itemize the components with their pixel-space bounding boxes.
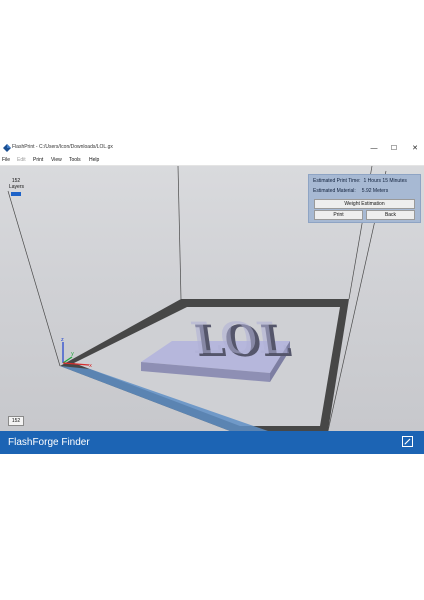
3d-viewport[interactable]: LOL LOL z y x 152 Layers 152 Estimated P… (0, 166, 424, 431)
print-button[interactable]: Print (314, 210, 363, 220)
edit-printer-icon[interactable] (402, 436, 413, 447)
menu-print[interactable]: Print (33, 157, 43, 163)
menu-help[interactable]: Help (89, 157, 99, 163)
maximize-button[interactable]: ☐ (388, 143, 400, 154)
minimize-button[interactable]: — (368, 143, 380, 154)
flashprint-window: FlashPrint - C:/Users/Icon/Downloads/LOL… (0, 141, 424, 454)
svg-text:y: y (71, 351, 74, 357)
close-button[interactable]: ✕ (409, 143, 421, 154)
print-time-row: Estimated Print Time: 1 Hours 15 Minutes (313, 178, 407, 184)
model-text-lol: LOL LOL (188, 313, 295, 367)
layer-bottom-field[interactable]: 152 (8, 416, 24, 426)
svg-text:x: x (89, 363, 92, 369)
layer-count-label: 152 Layers (9, 178, 25, 190)
material-label: Estimated Material: (313, 188, 356, 194)
printer-footer-bar: FlashForge Finder (0, 431, 424, 454)
flashprint-app-icon (3, 144, 11, 152)
menu-file[interactable]: File (2, 157, 10, 163)
svg-text:z: z (61, 337, 64, 343)
layer-slider-handle[interactable] (11, 192, 21, 196)
layer-count-unit: Layers (9, 184, 25, 190)
menu-edit: Edit (17, 157, 26, 163)
material-row: Estimated Material: 5.92 Meters (313, 188, 388, 194)
menu-bar: File Edit Print View Tools Help (0, 156, 424, 166)
back-button[interactable]: Back (366, 210, 415, 220)
print-time-label: Estimated Print Time: (313, 178, 361, 184)
weight-estimation-button[interactable]: Weight Estimation (314, 199, 415, 209)
printer-name: FlashForge Finder (8, 437, 90, 448)
svg-text:LOL: LOL (188, 313, 290, 364)
print-estimate-panel: Estimated Print Time: 1 Hours 15 Minutes … (308, 174, 421, 223)
material-value: 5.92 Meters (361, 188, 389, 194)
print-time-value: 1 Hours 15 Minutes (363, 178, 407, 184)
title-bar: FlashPrint - C:/Users/Icon/Downloads/LOL… (0, 141, 424, 156)
menu-tools[interactable]: Tools (69, 157, 81, 163)
window-title: FlashPrint - C:/Users/Icon/Downloads/LOL… (12, 144, 113, 150)
menu-view[interactable]: View (51, 157, 62, 163)
